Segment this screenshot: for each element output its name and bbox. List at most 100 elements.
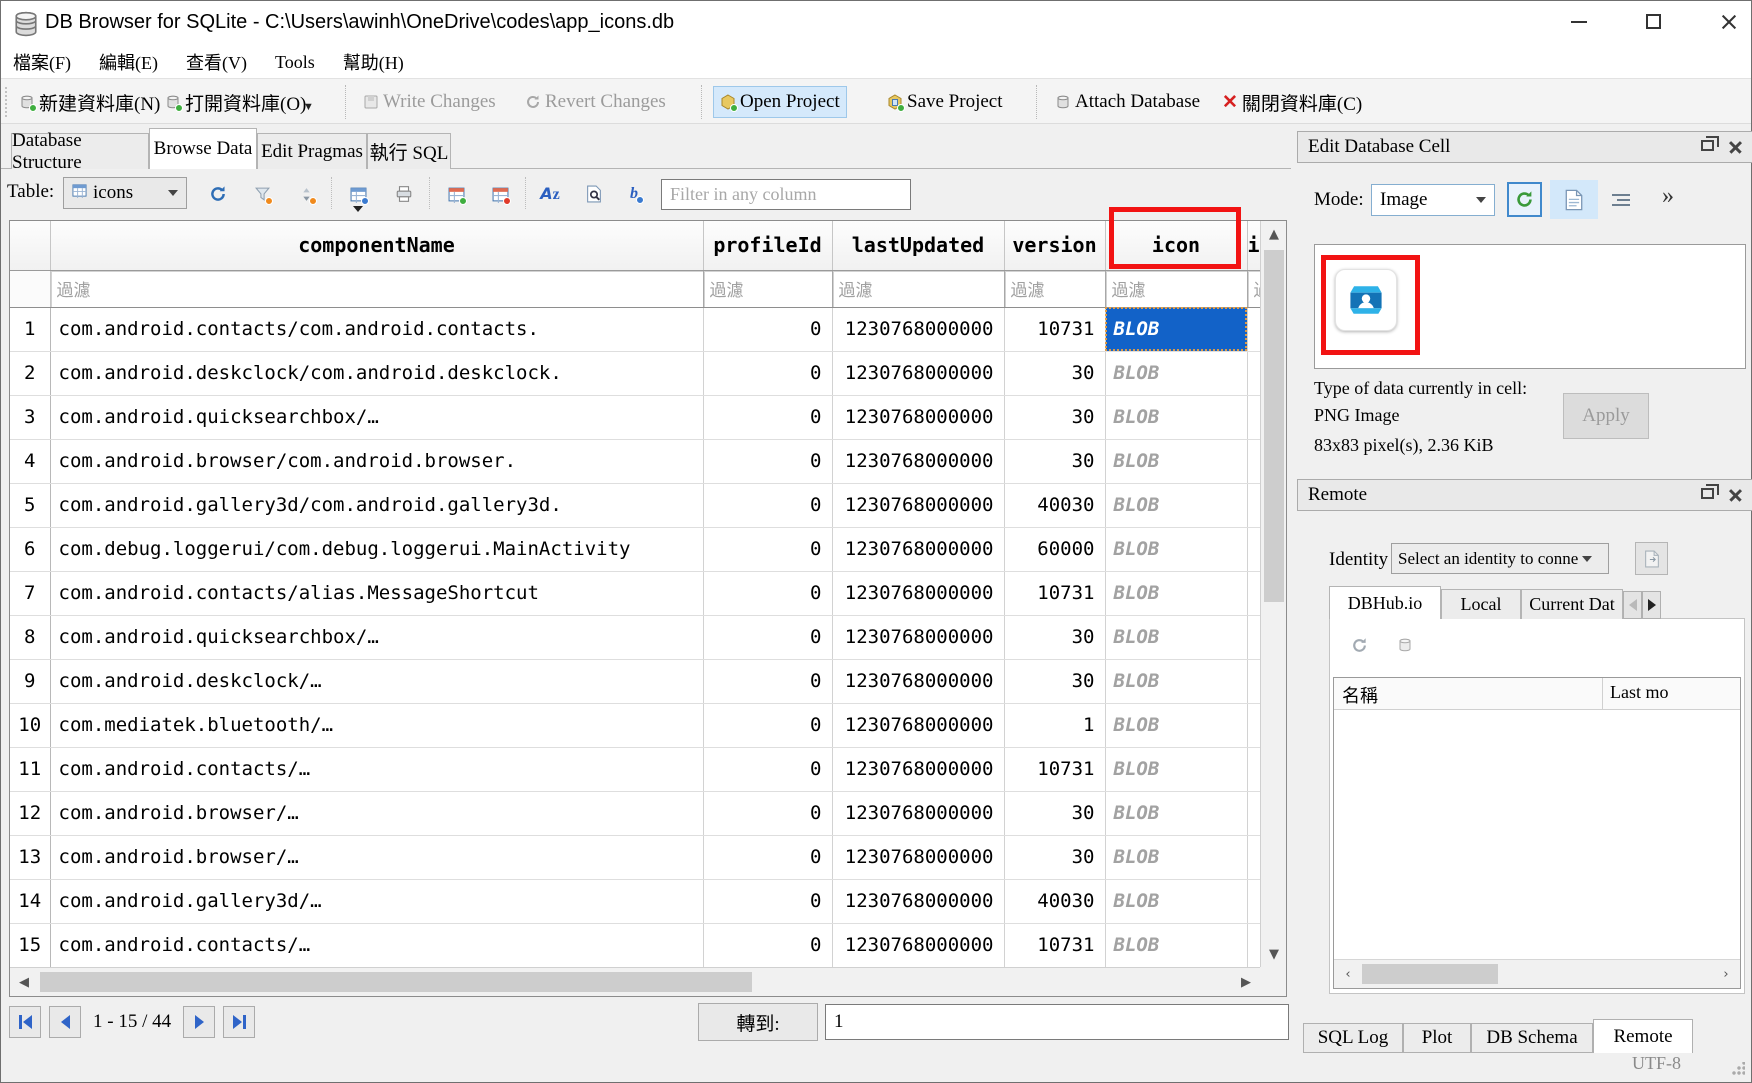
cell-icon-blob[interactable]: BLOB: [1105, 395, 1247, 439]
next-page-button[interactable]: [183, 1006, 215, 1038]
horizontal-scrollbar[interactable]: ◀ ▶: [10, 967, 1260, 996]
cell-componentName[interactable]: com.android.contacts/com.android.contact…: [50, 307, 703, 351]
cell-version[interactable]: 30: [1004, 615, 1105, 659]
cell-icon-blob[interactable]: BLOB: [1105, 835, 1247, 879]
table-row[interactable]: 15 com.android.contacts/… 0 123076800000…: [10, 923, 1260, 967]
import-data-button[interactable]: [1507, 182, 1542, 217]
table-row[interactable]: 11 com.android.contacts/… 0 123076800000…: [10, 747, 1260, 791]
cell-lastUpdated[interactable]: 1230768000000: [832, 395, 1004, 439]
tab-database-structure[interactable]: Database Structure: [11, 133, 149, 169]
cell-componentName[interactable]: com.android.gallery3d/…: [50, 879, 703, 923]
table-row[interactable]: 5 com.android.gallery3d/com.android.gall…: [10, 483, 1260, 527]
cell-profileId[interactable]: 0: [703, 791, 832, 835]
table-row[interactable]: 4 com.android.browser/com.android.browse…: [10, 439, 1260, 483]
cell-version[interactable]: 30: [1004, 659, 1105, 703]
table-row[interactable]: 13 com.android.browser/… 0 1230768000000…: [10, 835, 1260, 879]
cell-profileId[interactable]: 0: [703, 835, 832, 879]
clone-database-button[interactable]: [1635, 542, 1668, 575]
scroll-left-icon[interactable]: ◀: [10, 968, 38, 996]
cell-version[interactable]: 10731: [1004, 747, 1105, 791]
name-column-header[interactable]: 名稱: [1342, 682, 1378, 708]
cell-componentName[interactable]: com.android.gallery3d/com.android.galler…: [50, 483, 703, 527]
table-row[interactable]: 10 com.mediatek.bluetooth/… 0 1230768000…: [10, 703, 1260, 747]
vertical-scroll-thumb[interactable]: [1264, 250, 1284, 602]
horizontal-scroll-thumb[interactable]: [40, 972, 752, 992]
last-page-button[interactable]: [223, 1006, 255, 1038]
remote-tab-local[interactable]: Local: [1441, 589, 1521, 619]
remote-clone-button[interactable]: [1391, 631, 1419, 659]
cell-componentName[interactable]: com.android.quicksearchbox/…: [50, 395, 703, 439]
menu-edit[interactable]: 編輯(E): [99, 49, 158, 75]
print-button[interactable]: [387, 178, 421, 210]
cell-ic-partial[interactable]: [1247, 307, 1260, 351]
cell-icon-blob[interactable]: BLOB: [1105, 879, 1247, 923]
cell-profileId[interactable]: 0: [703, 395, 832, 439]
table-row[interactable]: 1 com.android.contacts/com.android.conta…: [10, 307, 1260, 351]
cell-componentName[interactable]: com.debug.loggerui/com.debug.loggerui.Ma…: [50, 527, 703, 571]
open-database-dropdown[interactable]: ▼: [303, 101, 314, 113]
remote-tab-current-database[interactable]: Current Dat: [1521, 589, 1623, 619]
scroll-down-icon[interactable]: ▼: [1261, 941, 1287, 967]
scroll-up-icon[interactable]: ▲: [1261, 221, 1287, 247]
mode-selector[interactable]: Image: [1371, 184, 1495, 216]
cell-componentName[interactable]: com.android.contacts/…: [50, 923, 703, 967]
cell-profileId[interactable]: 0: [703, 923, 832, 967]
filter-ic-partial[interactable]: 過濾: [1247, 270, 1260, 307]
cell-lastUpdated[interactable]: 1230768000000: [832, 923, 1004, 967]
column-header-componentName[interactable]: componentName: [50, 221, 703, 270]
attach-database-button[interactable]: Attach Database: [1049, 86, 1206, 118]
open-database-button[interactable]: 打開資料庫(O): [159, 86, 312, 118]
edit-cell-button[interactable]: b: [621, 178, 655, 210]
table-row[interactable]: 14 com.android.gallery3d/… 0 12307680000…: [10, 879, 1260, 923]
dock-tab-sql-log[interactable]: SQL Log: [1303, 1023, 1403, 1053]
cell-version[interactable]: 30: [1004, 351, 1105, 395]
new-record-button[interactable]: [439, 178, 473, 210]
cell-ic-partial[interactable]: [1247, 923, 1260, 967]
maximize-button[interactable]: [1631, 5, 1677, 39]
cell-version[interactable]: 30: [1004, 835, 1105, 879]
cell-ic-partial[interactable]: [1247, 615, 1260, 659]
goto-record-input[interactable]: [825, 1004, 1289, 1040]
cell-icon-blob[interactable]: BLOB: [1105, 571, 1247, 615]
remote-scroll-thumb[interactable]: [1362, 964, 1498, 984]
cell-icon-blob[interactable]: BLOB: [1105, 791, 1247, 835]
cell-ic-partial[interactable]: [1247, 703, 1260, 747]
cell-componentName[interactable]: com.android.quicksearchbox/…: [50, 615, 703, 659]
cell-profileId[interactable]: 0: [703, 615, 832, 659]
find-in-cells-button[interactable]: [577, 178, 611, 210]
cell-icon-blob[interactable]: BLOB: [1105, 439, 1247, 483]
cell-icon-blob[interactable]: BLOB: [1105, 615, 1247, 659]
word-wrap-button[interactable]: [1605, 187, 1637, 213]
goto-button[interactable]: 轉到:: [698, 1003, 818, 1041]
text-mode-button[interactable]: [1550, 180, 1598, 219]
menu-view[interactable]: 查看(V): [186, 49, 247, 75]
sort-az-button[interactable]: 𝘼z: [533, 178, 567, 210]
cell-componentName[interactable]: com.android.deskclock/…: [50, 659, 703, 703]
column-header-version[interactable]: version: [1004, 221, 1105, 270]
float-dock-icon[interactable]: [1701, 140, 1714, 151]
remote-list-horizontal-scrollbar[interactable]: ‹ ›: [1334, 959, 1740, 988]
cell-lastUpdated[interactable]: 1230768000000: [832, 615, 1004, 659]
write-changes-button[interactable]: Write Changes: [357, 86, 502, 118]
cell-componentName[interactable]: com.android.contacts/…: [50, 747, 703, 791]
cell-icon-blob[interactable]: BLOB: [1105, 659, 1247, 703]
previous-page-button[interactable]: [49, 1006, 81, 1038]
cell-version[interactable]: 60000: [1004, 527, 1105, 571]
table-row[interactable]: 12 com.android.browser/… 0 1230768000000…: [10, 791, 1260, 835]
cell-lastUpdated[interactable]: 1230768000000: [832, 703, 1004, 747]
tab-browse-data[interactable]: Browse Data: [149, 128, 257, 169]
cell-ic-partial[interactable]: [1247, 835, 1260, 879]
cell-version[interactable]: 10731: [1004, 307, 1105, 351]
close-dock-icon[interactable]: [1728, 140, 1742, 154]
cell-componentName[interactable]: com.mediatek.bluetooth/…: [50, 703, 703, 747]
cell-lastUpdated[interactable]: 1230768000000: [832, 571, 1004, 615]
float-dock-icon[interactable]: [1701, 488, 1714, 499]
clear-filters-button[interactable]: [245, 178, 279, 210]
table-row[interactable]: 3 com.android.quicksearchbox/… 0 1230768…: [10, 395, 1260, 439]
cell-version[interactable]: 40030: [1004, 879, 1105, 923]
cell-profileId[interactable]: 0: [703, 659, 832, 703]
filter-lastUpdated[interactable]: 過濾: [832, 270, 1004, 307]
filter-profileId[interactable]: 過濾: [703, 270, 832, 307]
cell-profileId[interactable]: 0: [703, 879, 832, 923]
cell-icon-blob[interactable]: BLOB: [1105, 527, 1247, 571]
